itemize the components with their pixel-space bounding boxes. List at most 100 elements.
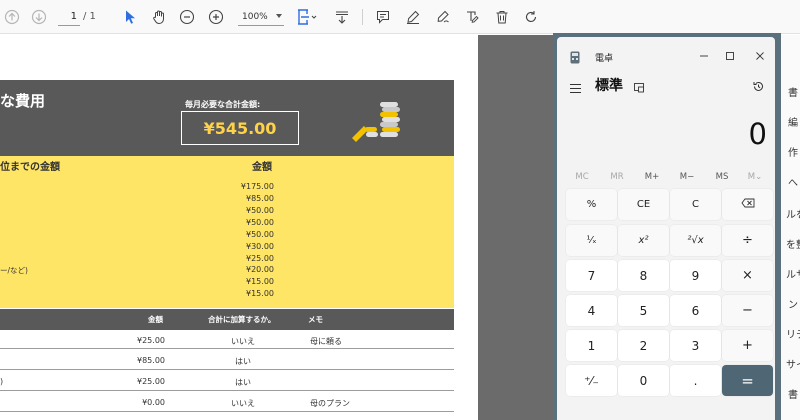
amount-cell: ¥50.00 bbox=[246, 206, 274, 215]
table-cell-add: はい bbox=[235, 357, 251, 366]
table-cell-amount: ¥25.00 bbox=[137, 377, 165, 386]
window-title: 電卓 bbox=[595, 54, 614, 64]
digit-7-button[interactable]: 7 bbox=[566, 260, 617, 291]
side-panel-text[interactable]: 書 bbox=[788, 84, 798, 99]
side-panel-text[interactable]: ルを bbox=[786, 206, 800, 221]
calculator-mode-title: 標準 bbox=[595, 78, 623, 94]
digit-3-button[interactable]: 3 bbox=[670, 330, 721, 361]
chevron-down-icon bbox=[276, 14, 282, 18]
memory-store-button[interactable]: MS bbox=[705, 172, 739, 182]
total-value: ¥545.00 bbox=[181, 111, 299, 145]
multiply-button[interactable]: × bbox=[722, 260, 773, 291]
zoom-out-icon[interactable] bbox=[177, 5, 197, 29]
table-cell-amount: ¥85.00 bbox=[137, 356, 165, 365]
negate-button[interactable]: ⁺⁄₋ bbox=[566, 365, 617, 396]
zoom-select[interactable]: 100% bbox=[238, 8, 284, 26]
clear-button[interactable]: C bbox=[670, 189, 721, 220]
select-cursor-icon[interactable] bbox=[120, 5, 140, 29]
section-header-amount: 金額 bbox=[252, 162, 272, 173]
side-panel-text[interactable]: を整 bbox=[786, 236, 800, 251]
download-icon[interactable] bbox=[332, 5, 352, 29]
table-cell-label-fragment: ) bbox=[0, 377, 4, 386]
rotate-icon[interactable] bbox=[521, 5, 541, 29]
digit-1-button[interactable]: 1 bbox=[566, 330, 617, 361]
calculator-app-icon bbox=[570, 49, 580, 64]
minimize-icon[interactable] bbox=[694, 47, 714, 65]
digit-5-button[interactable]: 5 bbox=[618, 295, 669, 326]
amount-cell: ¥15.00 bbox=[246, 289, 274, 298]
side-panel-text[interactable]: 編 bbox=[788, 114, 798, 129]
page-count: / 1 bbox=[83, 11, 96, 22]
reciprocal-button[interactable]: ¹⁄ₓ bbox=[566, 225, 617, 256]
column-header-add-to-total: 合計に加算するか。 bbox=[208, 315, 276, 324]
memory-subtract-button[interactable]: M− bbox=[670, 172, 704, 182]
add-button[interactable]: + bbox=[722, 330, 773, 361]
next-page-icon[interactable] bbox=[29, 5, 49, 29]
keep-on-top-icon[interactable] bbox=[633, 79, 645, 98]
amount-cell: ¥30.00 bbox=[246, 242, 274, 251]
subtract-button[interactable]: − bbox=[722, 295, 773, 326]
text-edit-icon[interactable] bbox=[462, 5, 482, 29]
table-row-divider bbox=[0, 369, 454, 370]
table-cell-add: いいえ bbox=[231, 337, 255, 346]
digit-8-button[interactable]: 8 bbox=[618, 260, 669, 291]
history-icon[interactable] bbox=[752, 78, 765, 97]
side-panel-text[interactable]: ルサ bbox=[786, 266, 800, 281]
digit-9-button[interactable]: 9 bbox=[670, 260, 721, 291]
memory-recall-button[interactable]: MR bbox=[600, 172, 634, 182]
square-button[interactable]: x² bbox=[618, 225, 669, 256]
square-root-button[interactable]: ²√x bbox=[670, 225, 721, 256]
calculator-window: 電卓 標準 0 MC MR M+ M− MS M⌄ % CE C ¹⁄ₓ x² … bbox=[557, 37, 775, 420]
side-panel-text[interactable]: ン bbox=[788, 296, 798, 311]
memory-clear-button[interactable]: MC bbox=[565, 172, 599, 182]
amount-cell: ¥25.00 bbox=[246, 254, 274, 263]
backspace-button[interactable] bbox=[722, 189, 773, 220]
digit-0-button[interactable]: 0 bbox=[618, 365, 669, 396]
side-panel-text[interactable]: へ bbox=[788, 174, 798, 189]
maximize-icon[interactable] bbox=[720, 47, 740, 65]
table-row-divider bbox=[0, 411, 454, 412]
equals-button[interactable]: = bbox=[722, 365, 773, 396]
side-panel-text[interactable]: リテ bbox=[786, 326, 800, 341]
digit-4-button[interactable]: 4 bbox=[566, 295, 617, 326]
digit-6-button[interactable]: 6 bbox=[670, 295, 721, 326]
calculator-display: 0 bbox=[748, 117, 767, 151]
memory-add-button[interactable]: M+ bbox=[635, 172, 669, 182]
percent-button[interactable]: % bbox=[566, 189, 617, 220]
coins-icon bbox=[352, 98, 408, 146]
toolbar-divider bbox=[362, 9, 363, 25]
decimal-button[interactable]: . bbox=[670, 365, 721, 396]
trash-icon[interactable] bbox=[492, 5, 512, 29]
zoom-value: 100% bbox=[242, 11, 268, 22]
side-panel-text[interactable]: 書 bbox=[788, 386, 798, 401]
side-panel-text[interactable]: サイ bbox=[786, 356, 800, 371]
page-number-input[interactable] bbox=[58, 8, 80, 26]
draw-icon[interactable] bbox=[433, 5, 453, 29]
table-cell-add: はい bbox=[235, 378, 251, 387]
divide-button[interactable]: ÷ bbox=[722, 225, 773, 256]
side-panel-text[interactable]: 作 bbox=[788, 144, 798, 159]
fit-page-icon[interactable] bbox=[294, 5, 320, 29]
sheet-title: な費用 bbox=[0, 92, 46, 110]
amount-cell: ¥20.00 bbox=[246, 265, 274, 274]
highlight-pen-icon[interactable] bbox=[403, 5, 423, 29]
calculator-window-frame: 電卓 標準 0 MC MR M+ M− MS M⌄ % CE C ¹⁄ₓ x² … bbox=[553, 33, 781, 420]
table-cell-amount: ¥0.00 bbox=[142, 398, 165, 407]
clear-entry-button[interactable]: CE bbox=[618, 189, 669, 220]
hamburger-menu-icon[interactable] bbox=[569, 79, 582, 98]
amount-cell: ¥85.00 bbox=[246, 194, 274, 203]
total-label: 毎月必要な合計金額: bbox=[185, 100, 261, 109]
digit-2-button[interactable]: 2 bbox=[618, 330, 669, 361]
table-cell-memo: 母のプラン bbox=[310, 399, 350, 408]
backspace-icon bbox=[740, 198, 755, 211]
close-icon[interactable] bbox=[750, 47, 770, 65]
memory-list-button[interactable]: M⌄ bbox=[738, 172, 772, 182]
zoom-in-icon[interactable] bbox=[206, 5, 226, 29]
table-cell-add: いいえ bbox=[231, 399, 255, 408]
comment-icon[interactable] bbox=[373, 5, 393, 29]
column-header-memo: メモ bbox=[308, 315, 323, 324]
row-label-fragment: ー/など) bbox=[0, 266, 28, 275]
hand-tool-icon[interactable] bbox=[149, 5, 169, 29]
table-cell-amount: ¥25.00 bbox=[137, 336, 165, 345]
previous-page-icon[interactable] bbox=[2, 5, 22, 29]
